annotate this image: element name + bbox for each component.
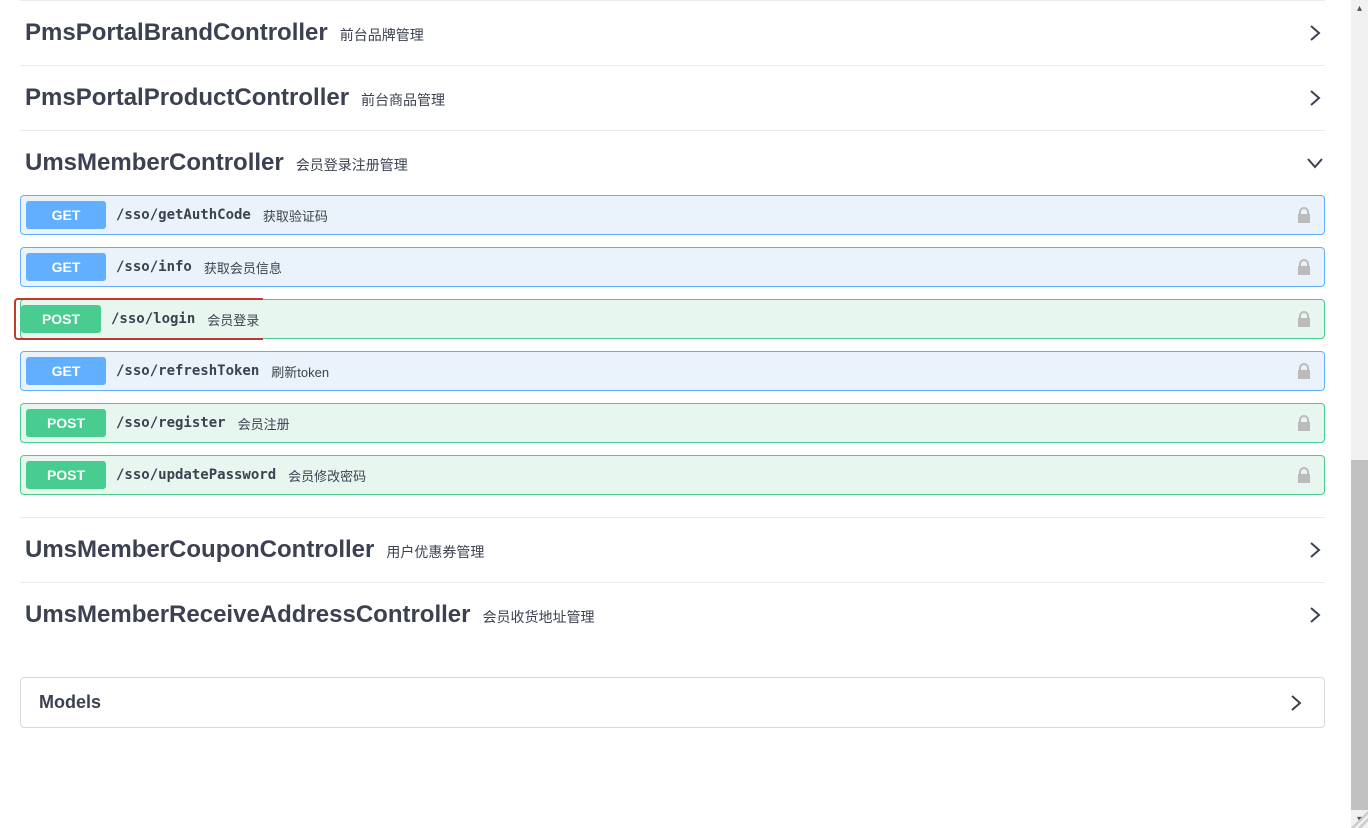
models-title: Models xyxy=(39,692,101,713)
operation-row[interactable]: GET /sso/getAuthCode 获取验证码 xyxy=(20,195,1325,235)
lock-icon xyxy=(1294,413,1314,433)
operation-path: /sso/refreshToken xyxy=(116,363,259,379)
lock-icon xyxy=(1294,205,1314,225)
operation-path: /sso/info xyxy=(116,259,192,275)
chevron-right-icon xyxy=(1305,605,1325,625)
operation-row[interactable]: POST /sso/updatePassword 会员修改密码 xyxy=(20,455,1325,495)
tag-section: PmsPortalProductController 前台商品管理 xyxy=(20,65,1325,130)
tag-description: 用户优惠券管理 xyxy=(386,542,484,562)
operation-summary: 会员注册 xyxy=(238,414,290,433)
operation-row[interactable]: GET /sso/info 获取会员信息 xyxy=(20,247,1325,287)
chevron-right-icon xyxy=(1305,540,1325,560)
operation-summary: 获取验证码 xyxy=(263,206,328,225)
resize-grip[interactable] xyxy=(1351,811,1368,828)
scrollbar-track[interactable]: ▴ ▾ xyxy=(1351,0,1368,828)
highlight-box: POST /sso/login 会员登录 xyxy=(14,298,263,340)
chevron-right-icon xyxy=(1305,88,1325,108)
tag-description: 会员收货地址管理 xyxy=(483,607,595,627)
method-badge-post: POST xyxy=(26,409,106,437)
operation-path: /sso/updatePassword xyxy=(116,467,276,483)
lock-icon xyxy=(1294,361,1314,381)
tag-name: UmsMemberController xyxy=(25,149,284,177)
tag-section: PmsPortalBrandController 前台品牌管理 xyxy=(20,0,1325,65)
operations-list: GET /sso/getAuthCode 获取验证码 GET /sso/info… xyxy=(20,195,1325,517)
tag-section: UmsMemberReceiveAddressController 会员收货地址… xyxy=(20,582,1325,647)
chevron-right-icon xyxy=(1305,23,1325,43)
tag-name: UmsMemberReceiveAddressController xyxy=(25,601,471,629)
method-badge-post: POST xyxy=(21,305,101,333)
operation-row[interactable]: POST /sso/login 会员登录 xyxy=(20,299,1325,339)
method-badge-get: GET xyxy=(26,253,106,281)
lock-icon xyxy=(1294,309,1314,329)
method-badge-post: POST xyxy=(26,461,106,489)
operation-row[interactable]: GET /sso/refreshToken 刷新token xyxy=(20,351,1325,391)
method-badge-get: GET xyxy=(26,201,106,229)
models-section[interactable]: Models xyxy=(20,677,1325,728)
operation-path: /sso/getAuthCode xyxy=(116,207,251,223)
operation-row[interactable]: POST /sso/register 会员注册 xyxy=(20,403,1325,443)
tag-description: 前台商品管理 xyxy=(361,90,445,110)
tag-name: PmsPortalProductController xyxy=(25,84,349,112)
operation-summary: 会员修改密码 xyxy=(288,466,366,485)
tag-section: UmsMemberController 会员登录注册管理 GET /sso/ge… xyxy=(20,130,1325,517)
scrollbar-thumb[interactable] xyxy=(1351,460,1368,810)
tag-name: PmsPortalBrandController xyxy=(25,19,328,47)
lock-icon xyxy=(1294,257,1314,277)
method-badge-get: GET xyxy=(26,357,106,385)
tag-description: 前台品牌管理 xyxy=(340,25,424,45)
chevron-down-icon xyxy=(1305,153,1325,173)
tag-header-UmsMemberController[interactable]: UmsMemberController 会员登录注册管理 xyxy=(20,131,1325,195)
tag-section: UmsMemberCouponController 用户优惠券管理 xyxy=(20,517,1325,582)
operation-summary: 刷新token xyxy=(271,362,329,381)
chevron-right-icon xyxy=(1286,693,1306,713)
operation-summary: 会员登录 xyxy=(207,310,259,329)
tag-header-UmsMemberCouponController[interactable]: UmsMemberCouponController 用户优惠券管理 xyxy=(20,518,1325,582)
scroll-up-arrow[interactable]: ▴ xyxy=(1351,0,1368,17)
tag-name: UmsMemberCouponController xyxy=(25,536,374,564)
lock-icon xyxy=(1294,465,1314,485)
operation-path: /sso/register xyxy=(116,415,226,431)
tag-header-PmsPortalBrandController[interactable]: PmsPortalBrandController 前台品牌管理 xyxy=(20,1,1325,65)
tag-header-PmsPortalProductController[interactable]: PmsPortalProductController 前台商品管理 xyxy=(20,66,1325,130)
operation-path: /sso/login xyxy=(111,311,195,327)
operation-summary: 获取会员信息 xyxy=(204,258,282,277)
tag-description: 会员登录注册管理 xyxy=(296,155,408,175)
tag-header-UmsMemberReceiveAddressController[interactable]: UmsMemberReceiveAddressController 会员收货地址… xyxy=(20,583,1325,647)
